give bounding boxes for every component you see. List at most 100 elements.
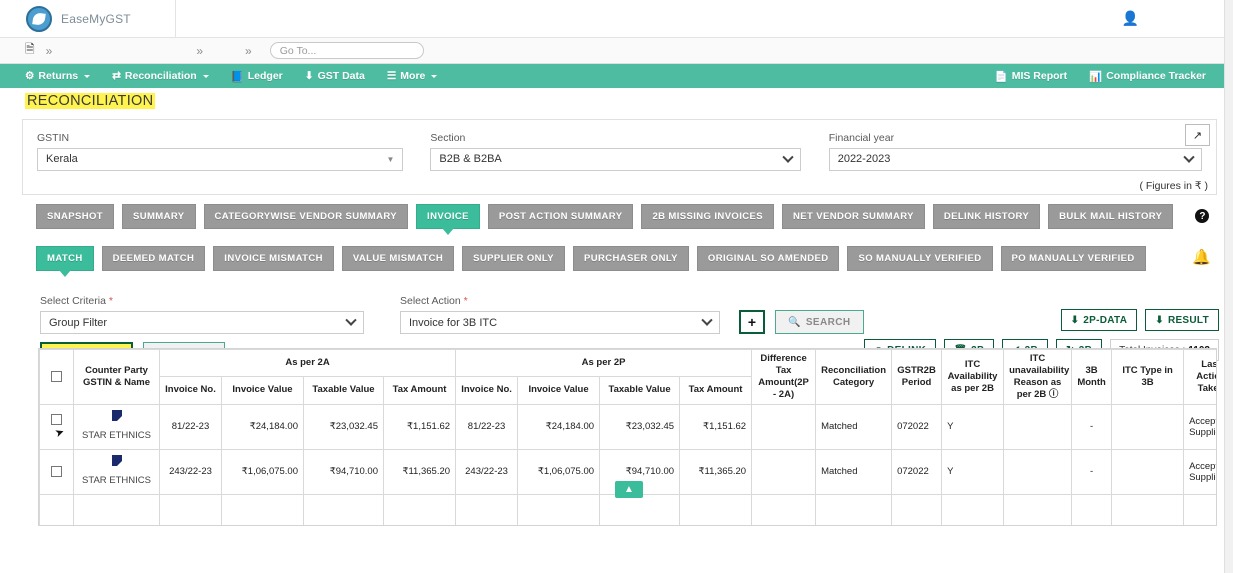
select-criteria-label: Select Criteria * — [40, 295, 364, 307]
tab-original-so-amended[interactable]: ORIGINAL SO AMENDED — [696, 246, 840, 271]
magnifier-icon: 🔍 — [788, 316, 801, 328]
cell-difference — [751, 403, 817, 450]
section-filter-group: Section B2B & B2BA — [430, 132, 801, 171]
tab-deemed-match[interactable]: DEEMED MATCH — [101, 246, 206, 271]
financial-year-label: Financial year — [828, 132, 895, 144]
download-button-row: ⬇ 2P-DATA ⬇ RESULT — [864, 309, 1219, 331]
tab-purchaser-only[interactable]: PURCHASER ONLY — [572, 246, 689, 271]
nav-item-mis-report[interactable]: 📄 MIS Report — [970, 70, 1079, 83]
tab-supplier-only[interactable]: SUPPLIER ONLY — [462, 246, 565, 271]
menu-icon[interactable]: 🗎 — [25, 40, 35, 61]
expand-arrows-icon[interactable]: ↗ — [1185, 124, 1210, 146]
financial-year-value: 2022-2023 — [837, 153, 891, 165]
row-select-cell — [39, 448, 74, 495]
tab-match[interactable]: MATCH — [36, 246, 94, 277]
download-icon: ⬇ — [1155, 314, 1164, 326]
search-button[interactable]: 🔍 SEARCH — [775, 310, 864, 334]
paper-plane-icon[interactable]: ➤ — [53, 424, 66, 439]
cell-2a-invoice-value: ₹1,06,075.00 — [221, 448, 304, 495]
nav-item-gst-data[interactable]: ⬇ GST Data — [294, 70, 376, 82]
select-all-checkbox[interactable] — [51, 370, 62, 382]
question-mark-icon[interactable]: ? — [1195, 209, 1210, 223]
required-asterisk: * — [108, 295, 113, 307]
main-nav: ⚙ Returns ⇄ Reconciliation 📘 Ledger ⬇ GS… — [0, 64, 1233, 88]
chevron-down-icon — [431, 74, 438, 78]
chevron-down-icon — [701, 314, 713, 326]
row-checkbox[interactable] — [51, 414, 62, 426]
tab-snapshot[interactable]: SNAPSHOT — [36, 204, 114, 229]
tab-net-vendor-summary[interactable]: NET VENDOR SUMMARY — [782, 204, 925, 229]
hamburger-icon: ☰ — [386, 70, 397, 82]
financial-year-select[interactable]: 2022-2023 — [828, 148, 1202, 171]
cell-2a-invoice-no — [159, 493, 222, 525]
user-icon[interactable]: 👤 — [1122, 11, 1139, 25]
cell-period — [891, 493, 943, 525]
edit-doc-icon[interactable] — [111, 455, 122, 467]
select-criteria-value: Group Filter — [49, 316, 108, 329]
gstin-value: Kerala — [46, 153, 78, 165]
select-criteria-dropdown[interactable]: Group Filter — [40, 311, 364, 334]
tab-categorywise-vendor-summary[interactable]: CATEGORYWISE VENDOR SUMMARY — [203, 204, 409, 229]
cell-2a-tax-amount: ₹11,365.20 — [382, 448, 457, 495]
nav-item-reconciliation[interactable]: ⇄ Reconciliation — [101, 70, 220, 82]
brand-logo-wrap[interactable]: EaseMyGST — [26, 5, 131, 32]
cell-itc-availability: Y — [941, 403, 1005, 450]
cell-3b-month: - — [1071, 448, 1113, 495]
download-2p-data-button[interactable]: ⬇ 2P-DATA — [1060, 309, 1138, 331]
add-filter-button[interactable]: + — [739, 310, 765, 334]
search-button-label: SEARCH — [805, 316, 851, 328]
select-all-header — [39, 349, 74, 405]
cell-period: 072022 — [891, 403, 943, 450]
section-select[interactable]: B2B & B2BA — [430, 148, 801, 171]
cell-category: Matched — [815, 448, 893, 495]
nav-item-compliance-tracker[interactable]: 📊 Compliance Tracker — [1078, 70, 1217, 83]
download-2p-data-label: 2P-DATA — [1083, 314, 1128, 326]
chevron-up-icon[interactable]: ▲ — [615, 481, 643, 498]
breadcrumb-chevron-2: » — [196, 43, 204, 58]
tab-po-manually-verified[interactable]: PO MANUALLY VERIFIED — [1000, 246, 1146, 271]
nav-item-ledger[interactable]: 📘 Ledger — [220, 70, 294, 83]
download-result-button[interactable]: ⬇ RESULT — [1145, 309, 1219, 331]
select-criteria-group: Select Criteria * Group Filter — [40, 295, 364, 334]
cell-itc-type-3b — [1111, 448, 1185, 495]
header-itc-type-3b: ITC Type in 3B — [1111, 349, 1185, 405]
tab-2b-missing-invoices[interactable]: 2B MISSING INVOICES — [641, 204, 774, 229]
financial-year-filter-group: Financial year 2022-2023 — [828, 132, 1202, 171]
tab-value-mismatch[interactable]: VALUE MISMATCH — [341, 246, 455, 271]
nav-item-returns[interactable]: ⚙ Returns — [0, 70, 101, 82]
select-action-value: Invoice for 3B ITC — [409, 316, 498, 329]
chevron-down-icon — [202, 74, 209, 78]
cell-itc-availability — [941, 493, 1005, 525]
row-checkbox[interactable] — [51, 465, 62, 477]
nav-item-more[interactable]: ☰ More — [376, 70, 449, 82]
chevron-down-icon: ▼ — [386, 155, 395, 164]
breadcrumb: 🗎 » » » Go To... — [0, 38, 1233, 64]
goto-input[interactable]: Go To... — [269, 42, 424, 59]
cell-category: Matched — [815, 403, 893, 450]
cell-last-action: Accepted Supplier — [1183, 403, 1216, 450]
tab-bulk-mail-history[interactable]: BULK MAIL HISTORY — [1048, 204, 1174, 229]
filter-row: GSTIN Kerala ▼ Section B2B & B2BA Financ… — [37, 132, 1202, 171]
page-scrollbar[interactable] — [1224, 0, 1233, 573]
table-row[interactable]: ➤ STAR ETHNICS 81/22-23 ₹24,184.00 ₹23,0… — [39, 403, 1216, 450]
header-last-action-taken: Last Action Taken — [1183, 349, 1216, 405]
tab-invoice-mismatch[interactable]: INVOICE MISMATCH — [213, 246, 334, 271]
question-mark-icon[interactable]: ⓘ — [1049, 389, 1059, 400]
tab-invoice[interactable]: INVOICE — [416, 204, 480, 235]
tab-delink-history[interactable]: DELINK HISTORY — [932, 204, 1041, 229]
table-row[interactable] — [39, 493, 1216, 525]
nav-label-returns: Returns — [38, 70, 79, 82]
gstin-select[interactable]: Kerala ▼ — [37, 148, 404, 171]
cell-2p-tax-amount — [679, 493, 753, 525]
cell-itc-unavailability — [1003, 493, 1073, 525]
edit-doc-icon[interactable] — [111, 410, 122, 422]
cell-2a-invoice-value — [221, 493, 304, 525]
bell-icon[interactable]: 🔔 — [1192, 248, 1211, 266]
cell-difference — [751, 493, 817, 525]
tab-summary[interactable]: SUMMARY — [121, 204, 196, 229]
book-icon: 📘 — [230, 70, 244, 83]
tab-so-manually-verified[interactable]: SO MANUALLY VERIFIED — [847, 246, 993, 271]
tab-post-action-summary[interactable]: POST ACTION SUMMARY — [487, 204, 634, 229]
cell-2a-invoice-value: ₹24,184.00 — [221, 403, 304, 450]
select-action-dropdown[interactable]: Invoice for 3B ITC — [400, 311, 720, 334]
